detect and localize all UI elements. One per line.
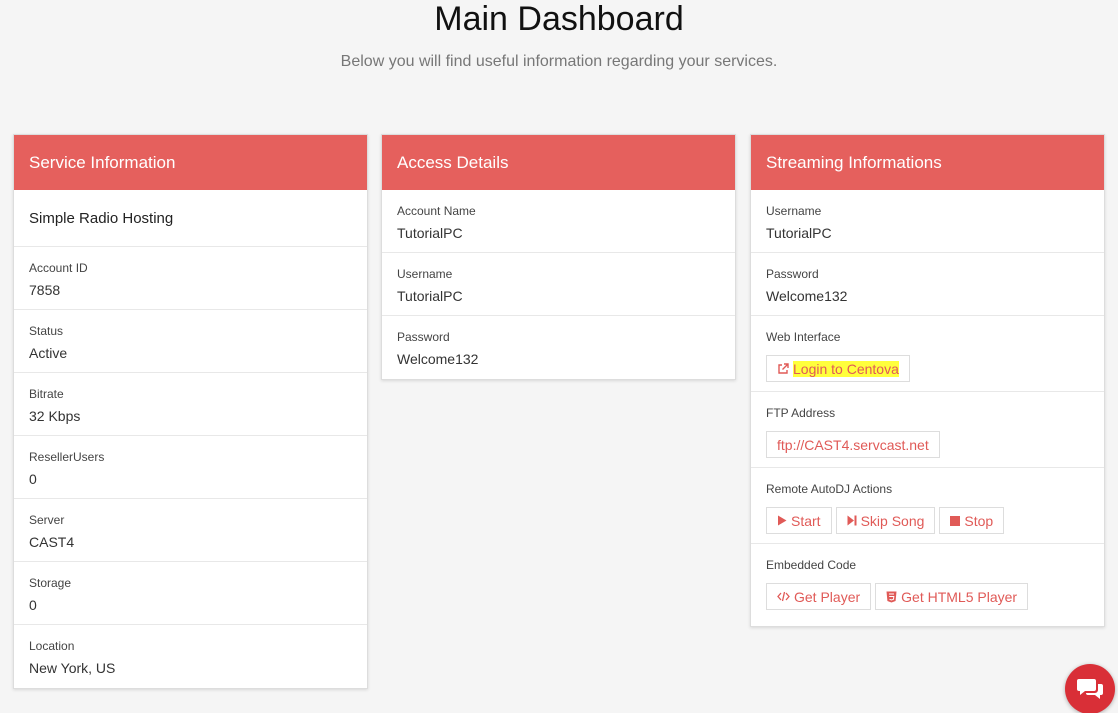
chat-icon: [1076, 677, 1104, 701]
field-web-interface: Web Interface Login to Centova: [751, 316, 1104, 392]
field-stream-username: Username TutorialPC: [751, 190, 1104, 253]
field-value: CAST4: [29, 534, 75, 550]
field-stream-password: Password Welcome132: [751, 253, 1104, 316]
stop-button[interactable]: Stop: [939, 507, 1005, 534]
code-icon: [777, 591, 790, 602]
field-label: ResellerUsers: [29, 450, 105, 464]
field-label: Storage: [29, 576, 72, 590]
field-username: Username TutorialPC: [382, 253, 735, 316]
field-value: TutorialPC: [397, 225, 463, 241]
field-value: Welcome132: [766, 288, 848, 304]
field-value: 32 Kbps: [29, 408, 81, 424]
button-label: Get Player: [794, 588, 861, 605]
skip-forward-icon: [847, 515, 857, 526]
page-subtitle: Below you will find useful information r…: [340, 53, 778, 70]
button-label: Start: [791, 512, 821, 529]
field-value: 7858: [29, 282, 61, 298]
remote-autodj-actions: Remote AutoDJ Actions Start Skip Song St…: [751, 468, 1104, 544]
field-value: Active: [29, 345, 68, 361]
field-password: Password Welcome132: [382, 316, 735, 379]
button-label: Stop: [964, 512, 994, 529]
field-value: New York, US: [29, 660, 116, 676]
streaming-informations-panel: Streaming Informations Username Tutorial…: [750, 134, 1105, 627]
field-label: Bitrate: [29, 387, 64, 401]
ftp-address-button[interactable]: ftp://CAST4.servcast.net: [766, 431, 940, 458]
field-bitrate: Bitrate 32 Kbps: [14, 373, 367, 436]
field-label: FTP Address: [766, 406, 836, 420]
field-server: Server CAST4: [14, 499, 367, 562]
field-label: Remote AutoDJ Actions: [766, 482, 893, 496]
field-label: Username: [766, 204, 822, 218]
access-details-panel: Access Details Account Name TutorialPC U…: [381, 134, 736, 380]
external-link-icon: [777, 362, 789, 375]
field-value: 0: [29, 597, 37, 613]
field-value: TutorialPC: [766, 225, 832, 241]
field-label: Password: [766, 267, 819, 281]
field-value: TutorialPC: [397, 288, 463, 304]
field-label: Username: [397, 267, 453, 281]
panel-heading: Streaming Informations: [751, 135, 1104, 190]
field-label: Web Interface: [766, 330, 841, 344]
field-status: Status Active: [14, 310, 367, 373]
skip-song-button[interactable]: Skip Song: [835, 507, 936, 534]
button-label: ftp://CAST4.servcast.net: [777, 436, 929, 453]
button-label: Get HTML5 Player: [901, 588, 1018, 605]
field-label: Location: [29, 639, 75, 653]
stop-icon: [950, 515, 961, 526]
field-label: Account ID: [29, 261, 88, 275]
button-label: Skip Song: [860, 512, 925, 529]
field-account-name: Account Name TutorialPC: [382, 190, 735, 253]
login-to-centova-button[interactable]: Login to Centova: [766, 355, 910, 382]
service-plan: Simple Radio Hosting: [14, 190, 367, 247]
field-value: 0: [29, 471, 37, 487]
embedded-code: Embedded Code Get Player Get HTML5 Playe…: [751, 544, 1104, 626]
service-information-panel: Service Information Simple Radio Hosting…: [13, 134, 368, 689]
field-account-id: Account ID 7858: [14, 247, 367, 310]
field-storage: Storage 0: [14, 562, 367, 625]
field-label: Status: [29, 324, 64, 338]
panel-heading: Service Information: [14, 135, 367, 190]
get-player-button[interactable]: Get Player: [766, 583, 872, 610]
panel-heading: Access Details: [382, 135, 735, 190]
get-html5-player-button[interactable]: Get HTML5 Player: [875, 583, 1029, 610]
field-label: Account Name: [397, 204, 476, 218]
button-label: Login to Centova: [793, 360, 899, 377]
field-reseller-users: ResellerUsers 0: [14, 436, 367, 499]
play-icon: [777, 515, 787, 526]
field-label: Server: [29, 513, 65, 527]
html5-icon: [886, 591, 897, 603]
start-button[interactable]: Start: [766, 507, 832, 534]
field-label: Embedded Code: [766, 558, 857, 572]
field-location: Location New York, US: [14, 625, 367, 688]
field-label: Password: [397, 330, 450, 344]
field-value: Welcome132: [397, 351, 479, 367]
page-title: Main Dashboard: [434, 0, 684, 38]
field-ftp-address: FTP Address ftp://CAST4.servcast.net: [751, 392, 1104, 468]
chat-button[interactable]: [1065, 664, 1115, 713]
